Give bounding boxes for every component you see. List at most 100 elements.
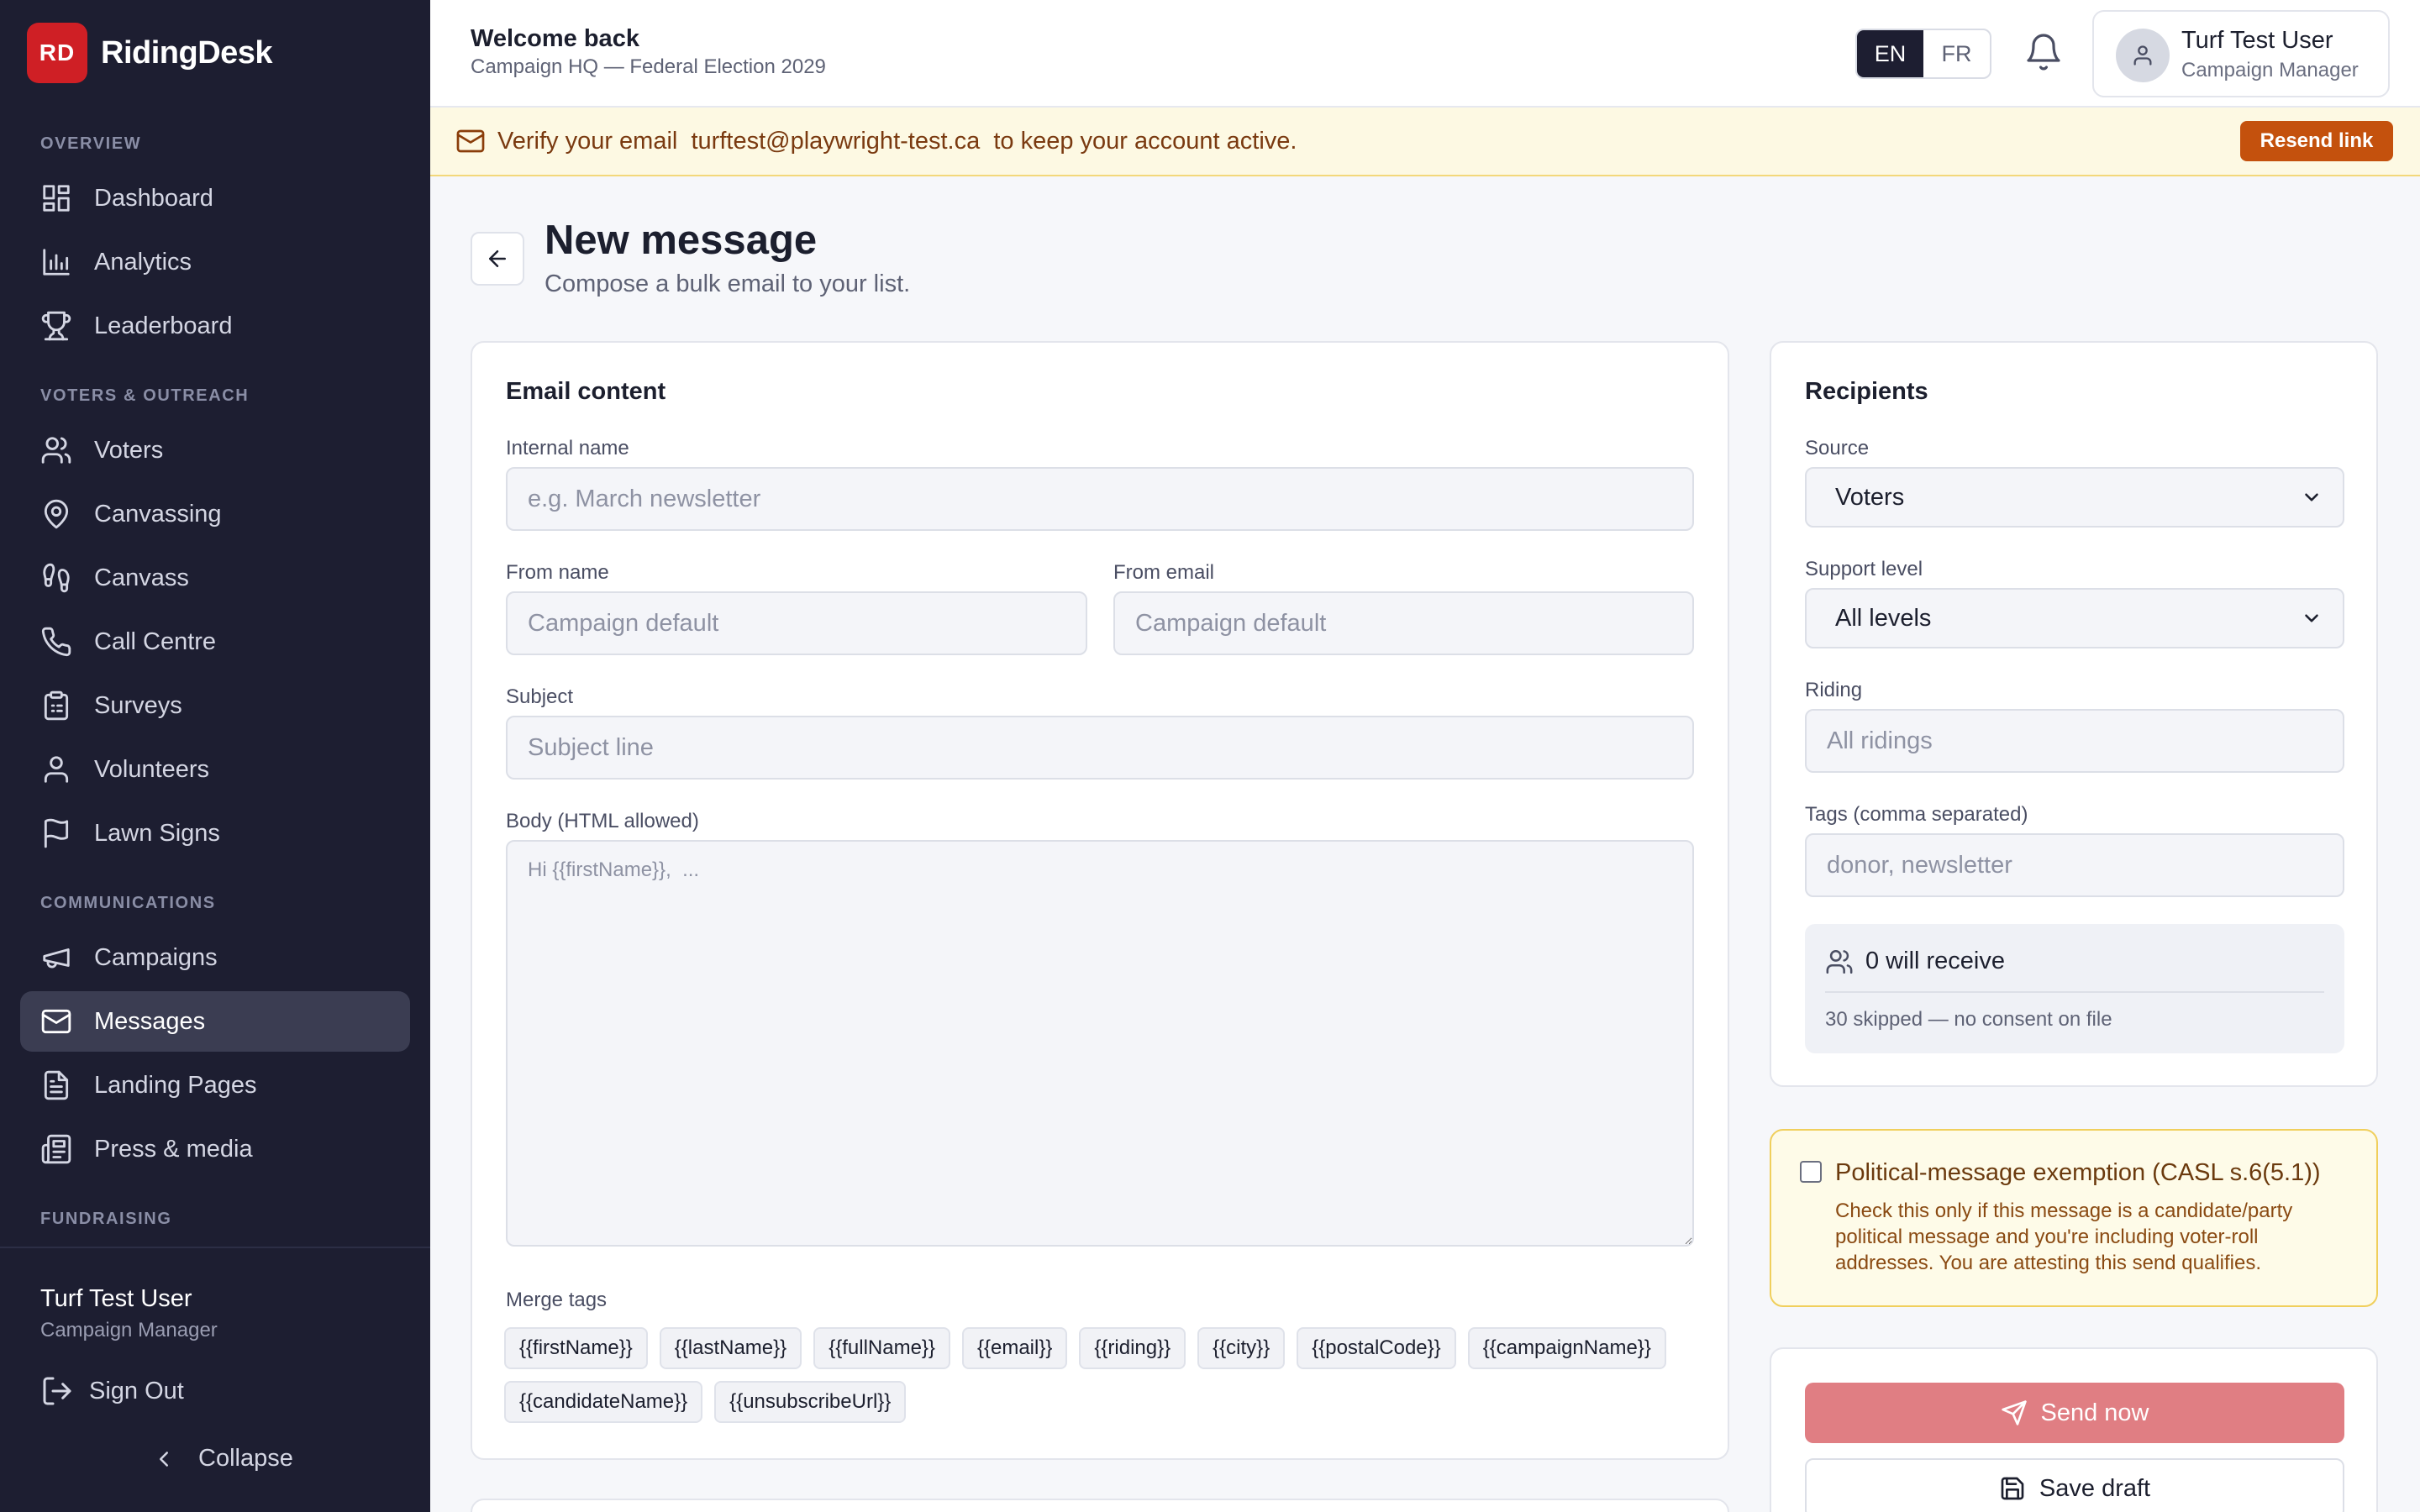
sidebar: RD RidingDesk OVERVIEW Dashboard Analyti… (0, 0, 430, 1512)
chevron-down-icon (2305, 493, 2318, 501)
recipients-title: Recipients (1805, 378, 1928, 405)
merge-tag[interactable]: {{postalCode}} (1297, 1327, 1456, 1369)
sidebar-item-surveys[interactable]: Surveys (20, 675, 410, 736)
brand[interactable]: RD RidingDesk (27, 23, 273, 83)
user-menu[interactable]: Turf Test User Campaign Manager (2092, 10, 2390, 97)
language-fr-button[interactable]: FR (1923, 30, 1990, 77)
brand-logo: RD (27, 23, 87, 83)
save-draft-button[interactable]: Save draft (1805, 1458, 2344, 1512)
sidebar-item-label: Press & media (94, 1135, 253, 1163)
sidebar-item-label: Messages (94, 1007, 206, 1035)
language-en-button[interactable]: EN (1857, 30, 1923, 77)
sidebar-item-canvassing[interactable]: Canvassing (20, 484, 410, 544)
exemption-title: Political-message exemption (CASL s.6(5.… (1835, 1159, 2321, 1186)
merge-tag[interactable]: {{campaignName}} (1467, 1327, 1666, 1369)
source-select[interactable]: Voters (1805, 467, 2344, 528)
internal-name-input[interactable] (506, 467, 1694, 531)
verify-email-banner: Verify your email turftest@playwright-te… (430, 108, 2420, 176)
will-receive-count: 0 will receive (1865, 948, 2005, 974)
merge-tag[interactable]: {{city}} (1197, 1327, 1286, 1369)
merge-tag[interactable]: {{fullName}} (813, 1327, 950, 1369)
footprints-icon (43, 563, 70, 593)
from-email-label: From email (1113, 561, 1215, 584)
bell-icon[interactable] (2023, 32, 2064, 72)
sidebar-item-call-centre[interactable]: Call Centre (20, 612, 410, 672)
collapse-label: Collapse (198, 1445, 293, 1472)
sidebar-item-label: Lawn Signs (94, 819, 220, 847)
trophy-icon (41, 311, 71, 341)
sidebar-item-label: Landing Pages (94, 1071, 257, 1099)
phone-icon (41, 627, 71, 657)
sidebar-item-label: Surveys (94, 691, 182, 719)
verify-email-message: Verify your email turftest@playwright-te… (497, 128, 1297, 155)
next-card (471, 1499, 1729, 1512)
campaign-subtitle: Campaign HQ — Federal Election 2029 (471, 55, 826, 78)
send-icon (2001, 1400, 2027, 1425)
source-label: Source (1805, 437, 1870, 459)
from-name-input[interactable] (506, 591, 1087, 655)
exemption-checkbox[interactable] (1800, 1161, 1822, 1183)
from-email-input[interactable] (1113, 591, 1694, 655)
sidebar-item-label: Analytics (94, 248, 192, 276)
sidebar-item-leaderboard[interactable]: Leaderboard (20, 296, 410, 356)
tags-input[interactable] (1805, 833, 2344, 897)
file-text-icon (44, 1070, 69, 1100)
recipient-summary: 0 will receive 30 skipped — no consent o… (1805, 924, 2344, 1053)
body-textarea[interactable] (506, 840, 1694, 1247)
email-content-title: Email content (506, 378, 666, 405)
merge-tag[interactable]: {{firstName}} (504, 1327, 648, 1369)
sidebar-item-press-media[interactable]: Press & media (20, 1119, 410, 1179)
sidebar-item-landing-pages[interactable]: Landing Pages (20, 1055, 410, 1116)
riding-label: Riding (1805, 679, 1863, 701)
nav-section-overview: OVERVIEW (40, 134, 142, 153)
log-out-icon (43, 1377, 71, 1405)
merge-tag[interactable]: {{unsubscribeUrl}} (714, 1381, 907, 1423)
source-value: Voters (1835, 483, 1905, 511)
resend-link-button[interactable]: Resend link (2240, 121, 2393, 161)
mail-icon (456, 129, 485, 153)
send-now-button[interactable]: Send now (1805, 1383, 2344, 1443)
sign-out-label: Sign Out (89, 1377, 184, 1404)
newspaper-icon (41, 1134, 71, 1164)
user-icon (44, 756, 69, 783)
save-icon (2001, 1477, 2024, 1500)
summary-divider (1825, 991, 2324, 993)
brand-name: RidingDesk (101, 34, 273, 71)
sidebar-item-label: Canvass (94, 564, 189, 591)
language-toggle: EN FR (1855, 29, 1991, 79)
merge-tag[interactable]: {{riding}} (1079, 1327, 1186, 1369)
sidebar-item-canvass[interactable]: Canvass (20, 548, 410, 608)
political-exemption-card: Political-message exemption (CASL s.6(5.… (1770, 1129, 2378, 1307)
users-icon (41, 437, 71, 464)
collapse-sidebar-button[interactable]: Collapse (151, 1445, 293, 1473)
sidebar-item-messages[interactable]: Messages (20, 991, 410, 1052)
users-icon (1826, 949, 1853, 974)
sidebar-item-volunteers[interactable]: Volunteers (20, 739, 410, 800)
user-role: Campaign Manager (2181, 59, 2359, 81)
user-icon (2133, 45, 2152, 66)
sign-out-button[interactable]: Sign Out (40, 1374, 184, 1408)
sidebar-item-campaigns[interactable]: Campaigns (20, 927, 410, 988)
sidebar-item-dashboard[interactable]: Dashboard (20, 168, 410, 228)
sidebar-item-voters[interactable]: Voters (20, 420, 410, 480)
nav-section-voters-outreach: VOTERS & OUTREACH (40, 386, 250, 405)
sidebar-item-label: Leaderboard (94, 312, 233, 339)
dashboard-icon (43, 185, 70, 212)
subject-input[interactable] (506, 716, 1694, 780)
back-button[interactable] (471, 232, 524, 286)
clipboard-icon (44, 690, 69, 721)
sidebar-item-lawn-signs[interactable]: Lawn Signs (20, 803, 410, 864)
merge-tag[interactable]: {{candidateName}} (504, 1381, 703, 1423)
verify-text-after: to keep your account active. (993, 128, 1297, 155)
merge-tag[interactable]: {{lastName}} (659, 1327, 802, 1369)
user-name: Turf Test User (2181, 27, 2333, 54)
body-label: Body (HTML allowed) (506, 810, 699, 832)
sidebar-item-label: Voters (94, 436, 164, 464)
merge-tag[interactable]: {{email}} (961, 1327, 1068, 1369)
support-level-select[interactable]: All levels (1805, 588, 2344, 648)
save-draft-label: Save draft (2039, 1474, 2151, 1502)
subject-label: Subject (506, 685, 574, 708)
riding-input[interactable] (1805, 709, 2344, 773)
avatar (2116, 29, 2170, 82)
sidebar-item-analytics[interactable]: Analytics (20, 232, 410, 292)
